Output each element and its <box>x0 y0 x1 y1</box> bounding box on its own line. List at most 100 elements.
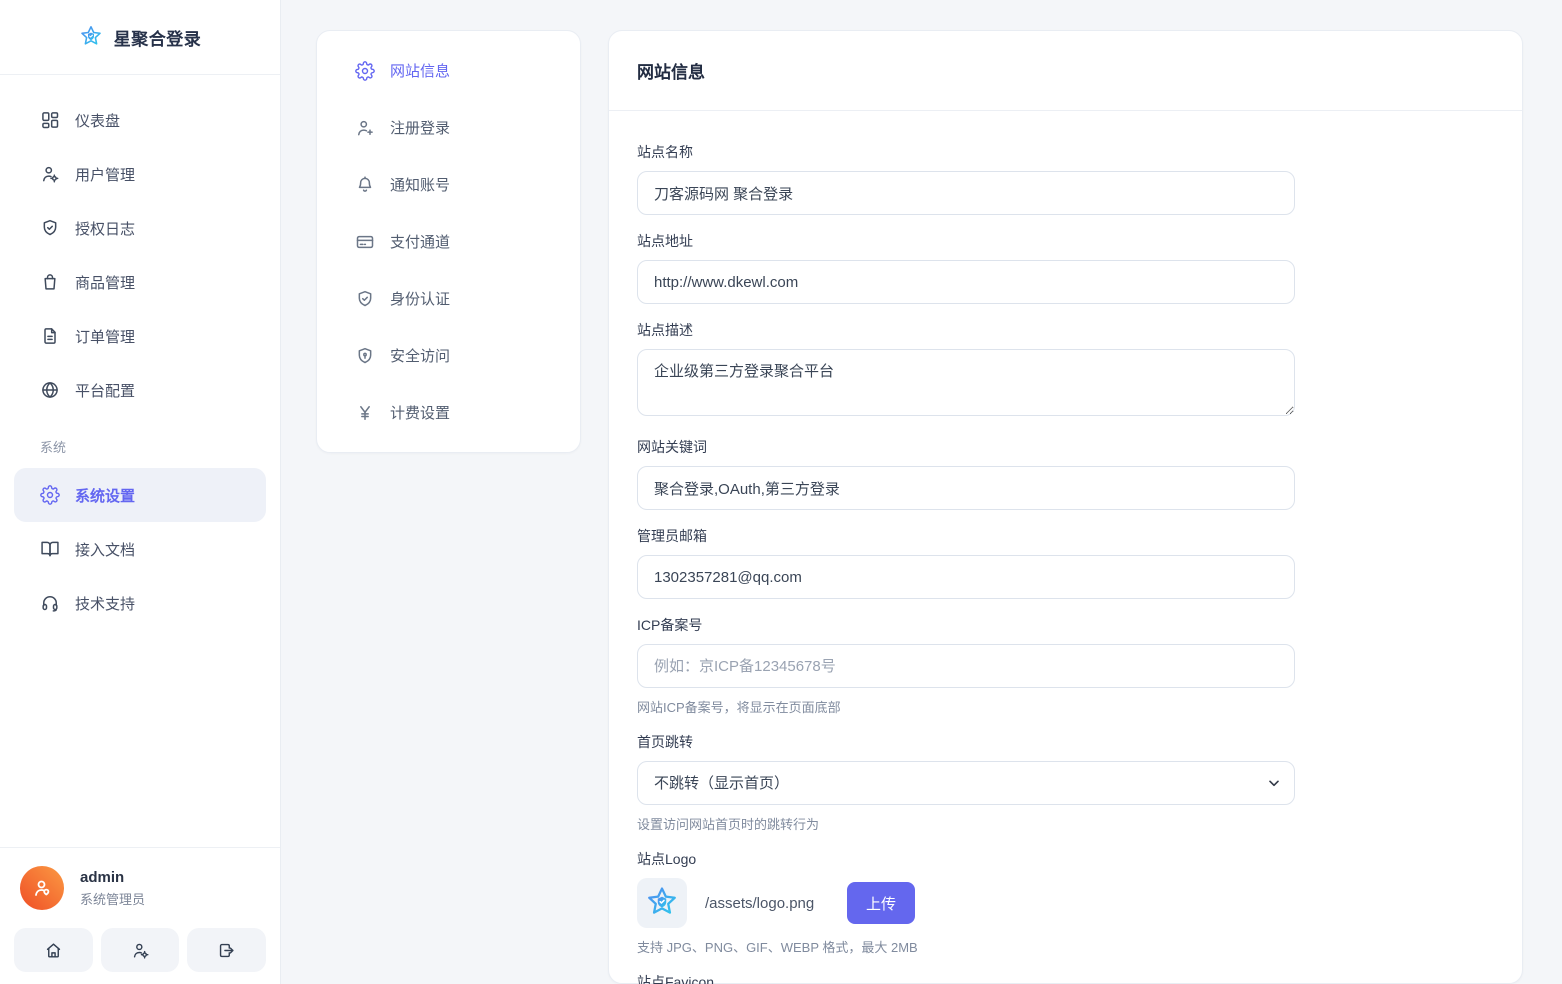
home-button[interactable] <box>14 928 93 972</box>
home-redirect-label: 首页跳转 <box>637 734 693 750</box>
site-info-form: 站点名称 站点地址 站点描述 企业级第三方登录聚合平台 网站关键词 管理员邮箱 <box>609 111 1522 984</box>
user-gear-icon <box>131 941 150 960</box>
settings-tab-label: 通知账号 <box>390 177 451 194</box>
home-redirect-select[interactable]: 不跳转（显示首页） <box>637 761 1295 805</box>
sidebar-item-label: 系统设置 <box>75 487 136 505</box>
keywords-input[interactable] <box>637 466 1295 510</box>
site-desc-label: 站点描述 <box>637 322 693 338</box>
site-name-label: 站点名称 <box>637 144 693 160</box>
book-icon <box>40 539 60 559</box>
icp-input[interactable] <box>637 644 1295 688</box>
logo-path: /assets/logo.png <box>705 894 815 912</box>
sidebar-item-docs[interactable]: 接入文档 <box>14 522 266 576</box>
shield-check-icon <box>355 289 375 309</box>
site-url-label: 站点地址 <box>637 233 693 249</box>
bell-icon <box>355 175 375 195</box>
sidebar-item-label: 平台配置 <box>75 382 136 400</box>
field-logo: 站点Logo /assets/logo.png 上传 支持 JPG、PNG、GI… <box>637 849 1494 956</box>
settings-tab-label: 注册登录 <box>390 120 451 137</box>
sidebar-item-users[interactable]: 用户管理 <box>14 147 266 201</box>
star-shield-logo-icon <box>645 886 679 920</box>
shield-check-icon <box>40 218 60 238</box>
sidebar-item-support[interactable]: 技术支持 <box>14 576 266 630</box>
field-home-redirect: 首页跳转 不跳转（显示首页） 设置访问网站首页时的跳转行为 <box>637 732 1494 833</box>
yen-icon <box>355 403 375 423</box>
field-site-desc: 站点描述 企业级第三方登录聚合平台 <box>637 320 1494 421</box>
logout-button[interactable] <box>187 928 267 972</box>
settings-tab-label: 计费设置 <box>390 405 451 422</box>
field-icp: ICP备案号 网站ICP备案号，将显示在页面底部 <box>637 615 1494 716</box>
profile-button[interactable] <box>100 928 180 972</box>
star-shield-logo-icon <box>79 25 103 49</box>
logo-label: 站点Logo <box>637 851 697 867</box>
shield-lock-icon <box>355 346 375 366</box>
user-plus-icon <box>355 118 375 138</box>
keywords-label: 网站关键词 <box>637 439 707 455</box>
sidebar-item-system-settings[interactable]: 系统设置 <box>14 468 266 522</box>
bag-icon <box>40 272 60 292</box>
admin-email-label: 管理员邮箱 <box>637 528 707 544</box>
settings-tab-identity-auth[interactable]: 身份认证 <box>317 270 580 327</box>
sidebar-item-label: 技术支持 <box>75 595 136 613</box>
app-window: 星聚合登录 仪表盘 用户管理 授权日志 商品管理 订单管理 平台配置 系统 系统… <box>0 0 1562 984</box>
sidebar-item-orders[interactable]: 订单管理 <box>14 309 266 363</box>
gear-icon <box>355 60 375 81</box>
user-info: admin 系统管理员 <box>80 869 145 908</box>
user-name: admin <box>80 868 125 886</box>
site-desc-textarea[interactable]: 企业级第三方登录聚合平台 <box>637 349 1295 416</box>
settings-tab-secure-access[interactable]: 安全访问 <box>317 327 580 384</box>
site-url-input[interactable] <box>637 260 1295 304</box>
brand-name: 星聚合登录 <box>113 29 202 49</box>
settings-tab-register-login[interactable]: 注册登录 <box>317 99 580 156</box>
home-icon <box>44 941 63 960</box>
headset-icon <box>40 593 60 613</box>
gear-icon <box>40 485 60 505</box>
sidebar-item-label: 订单管理 <box>75 328 136 346</box>
sidebar-item-auth-logs[interactable]: 授权日志 <box>14 201 266 255</box>
brand: 星聚合登录 <box>0 0 280 75</box>
credit-card-icon <box>355 232 375 252</box>
settings-tab-label: 支付通道 <box>390 234 451 251</box>
panel-header: 网站信息 <box>609 31 1522 111</box>
logo-upload-button[interactable]: 上传 <box>847 882 915 924</box>
footer-buttons <box>14 928 267 972</box>
sidebar: 星聚合登录 仪表盘 用户管理 授权日志 商品管理 订单管理 平台配置 系统 系统… <box>0 0 281 984</box>
sidebar-section-system: 系统 <box>40 440 67 455</box>
admin-email-input[interactable] <box>637 555 1295 599</box>
user-gear-icon <box>40 164 60 184</box>
settings-tab-billing[interactable]: 计费设置 <box>317 384 580 441</box>
sidebar-item-platforms[interactable]: 平台配置 <box>14 363 266 417</box>
site-info-panel: 网站信息 站点名称 站点地址 站点描述 企业级第三方登录聚合平台 网站关键词 <box>608 30 1523 984</box>
panel-title: 网站信息 <box>637 63 705 82</box>
sidebar-item-label: 用户管理 <box>75 166 136 184</box>
logo-preview <box>637 878 687 928</box>
favicon-label: 站点Favicon <box>637 974 715 984</box>
file-icon <box>40 326 60 346</box>
sidebar-footer: admin 系统管理员 <box>0 847 280 984</box>
sidebar-item-label: 接入文档 <box>75 541 136 559</box>
sidebar-item-products[interactable]: 商品管理 <box>14 255 266 309</box>
settings-tab-payment-channels[interactable]: 支付通道 <box>317 213 580 270</box>
icp-label: ICP备案号 <box>637 617 703 633</box>
field-site-name: 站点名称 <box>637 142 1494 215</box>
field-site-url: 站点地址 <box>637 231 1494 304</box>
main-content: 网站信息 注册登录 通知账号 支付通道 身份认证 安全访问 计费设置 网站信息 … <box>281 0 1562 984</box>
settings-nav: 网站信息 注册登录 通知账号 支付通道 身份认证 安全访问 计费设置 <box>316 30 581 453</box>
sidebar-menu: 仪表盘 用户管理 授权日志 商品管理 订单管理 平台配置 系统 系统设置 接入文… <box>0 75 280 847</box>
settings-tab-label: 安全访问 <box>390 348 451 365</box>
globe-icon <box>40 380 60 400</box>
logo-upload-row: /assets/logo.png 上传 <box>637 878 1494 928</box>
field-keywords: 网站关键词 <box>637 437 1494 510</box>
site-name-input[interactable] <box>637 171 1295 215</box>
user-role: 系统管理员 <box>80 891 146 907</box>
sidebar-item-label: 仪表盘 <box>75 112 121 130</box>
avatar <box>20 866 64 910</box>
settings-tab-notify-accounts[interactable]: 通知账号 <box>317 156 580 213</box>
sidebar-item-dashboard[interactable]: 仪表盘 <box>14 93 266 147</box>
field-favicon: 站点Favicon 上传 <box>637 972 1494 984</box>
sidebar-item-label: 商品管理 <box>75 274 136 292</box>
sidebar-item-label: 授权日志 <box>75 220 136 238</box>
settings-tab-site-info[interactable]: 网站信息 <box>317 42 580 99</box>
logout-icon <box>217 941 236 960</box>
field-admin-email: 管理员邮箱 <box>637 526 1494 599</box>
